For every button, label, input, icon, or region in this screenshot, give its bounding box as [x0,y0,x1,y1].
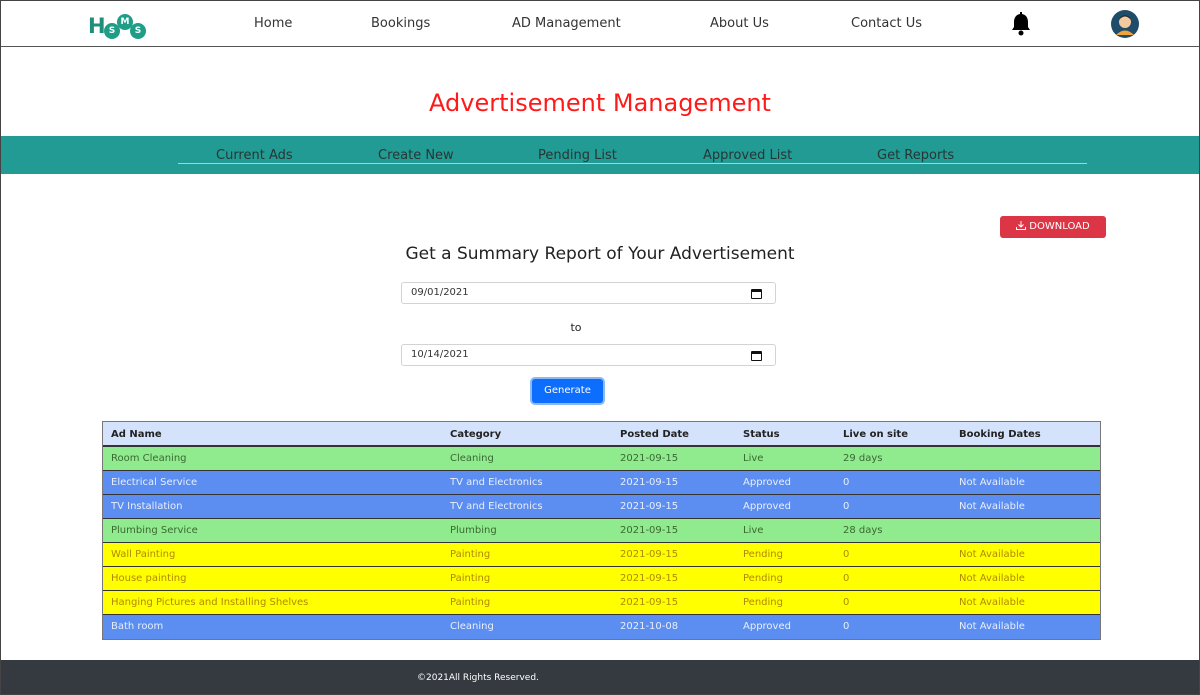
table-cell-name: Bath room [111,621,164,632]
top-navbar: H S M S Home Bookings AD Management Abou… [1,1,1199,47]
table-cell-live: 0 [843,597,850,608]
table-cell-date: 2021-09-15 [620,501,679,512]
calendar-icon[interactable] [751,351,762,361]
table-cell-live: 28 days [843,525,883,536]
table-row: Bath room Cleaning 2021-10-08 Approved 0 Not … [103,615,1100,639]
table-cell-live: 0 [843,477,850,488]
table-cell-category: Cleaning [450,453,494,464]
tab-pending-list[interactable]: Pending List [538,148,617,163]
app-window: H S M S Home Bookings AD Management Abou… [0,0,1200,695]
table-row: Wall Painting Painting 2021-09-15 Pending 0 N… [103,543,1100,567]
table-cell-category: Plumbing [450,525,497,536]
tab-approved-list[interactable]: Approved List [703,148,792,163]
table-cell-status: Pending [743,597,783,608]
table-cell-date: 2021-09-15 [620,573,679,584]
page-title: Advertisement Management [429,89,771,117]
table-row: Hanging Pictures and Installing Shelves P… [103,591,1100,615]
header-live-on-site: Live on site [843,429,908,440]
table-body: Room Cleaning Cleaning 2021-09-15 Live 29 da… [103,447,1100,639]
nav-bookings[interactable]: Bookings [371,16,430,31]
table-cell-status: Approved [743,477,791,488]
logo-letter-h: H [88,14,106,38]
footer: ©2021All Rights Reserved. [1,660,1199,694]
logo-letter-s2: S [130,23,146,39]
footer-copyright: ©2021All Rights Reserved. [417,673,539,683]
table-cell-date: 2021-09-15 [620,525,679,536]
table-cell-live: 0 [843,549,850,560]
nav-home[interactable]: Home [254,16,292,31]
table-cell-name: House painting [111,573,187,584]
table-row: House painting Painting 2021-09-15 Pending 0… [103,567,1100,591]
table-cell-date: 2021-10-08 [620,621,679,632]
calendar-icon[interactable] [751,289,762,299]
table-cell-name: Wall Painting [111,549,176,560]
date-from-value: 09/01/2021 [411,287,469,298]
tab-current-ads[interactable]: Current Ads [216,148,293,163]
table-cell-live: 29 days [843,453,883,464]
table-cell-booking: Not Available [959,597,1025,608]
generate-button[interactable]: Generate [532,379,603,403]
table-cell-name: Electrical Service [111,477,198,488]
table-cell-status: Pending [743,573,783,584]
table-cell-name: TV Installation [111,501,183,512]
nav-about-us[interactable]: About Us [710,16,769,31]
table-cell-category: Cleaning [450,621,494,632]
table-row: Room Cleaning Cleaning 2021-09-15 Live 29 da… [103,447,1100,471]
table-cell-status: Live [743,525,764,536]
table-cell-date: 2021-09-15 [620,549,679,560]
table-cell-category: Painting [450,573,491,584]
report-table: Ad Name Category Posted Date Status Live… [102,421,1101,640]
table-cell-status: Approved [743,621,791,632]
table-cell-booking: Not Available [959,477,1025,488]
nav-contact-us[interactable]: Contact Us [851,16,922,31]
table-row: Plumbing Service Plumbing 2021-09-15 Live 28… [103,519,1100,543]
download-label: DOWNLOAD [1029,221,1090,232]
hsms-logo[interactable]: H S M S [88,11,158,39]
table-cell-category: Painting [450,597,491,608]
table-cell-category: TV and Electronics [450,477,543,488]
header-posted-date: Posted Date [620,429,689,440]
table-cell-date: 2021-09-15 [620,453,679,464]
table-cell-booking: Not Available [959,501,1025,512]
table-cell-name: Plumbing Service [111,525,198,536]
table-cell-status: Approved [743,501,791,512]
table-cell-date: 2021-09-15 [620,477,679,488]
table-row: Electrical Service TV and Electronics 2021… [103,471,1100,495]
table-cell-booking: Not Available [959,573,1025,584]
header-booking-dates: Booking Dates [959,429,1041,440]
avatar-icon[interactable] [1111,10,1139,38]
nav-ad-management[interactable]: AD Management [512,16,621,31]
table-cell-category: TV and Electronics [450,501,543,512]
date-to-input[interactable]: 10/14/2021 [401,344,776,366]
date-from-input[interactable]: 09/01/2021 [401,282,776,304]
table-cell-live: 0 [843,621,850,632]
bell-icon[interactable] [1010,12,1032,36]
table-row: TV Installation TV and Electronics 2021-09… [103,495,1100,519]
table-cell-live: 0 [843,501,850,512]
table-cell-name: Room Cleaning [111,453,187,464]
date-to-value: 10/14/2021 [411,349,469,360]
tabs-divider [178,163,1087,164]
table-cell-booking: Not Available [959,549,1025,560]
table-cell-booking: Not Available [959,621,1025,632]
download-icon [1016,221,1027,230]
header-ad-name: Ad Name [111,429,162,440]
table-cell-status: Pending [743,549,783,560]
summary-title: Get a Summary Report of Your Advertiseme… [405,244,795,264]
table-cell-live: 0 [843,573,850,584]
table-header: Ad Name Category Posted Date Status Live… [103,422,1100,447]
header-category: Category [450,429,502,440]
tab-create-new[interactable]: Create New [378,148,454,163]
table-cell-name: Hanging Pictures and Installing Shelves [111,597,309,608]
download-button[interactable]: DOWNLOAD [1000,216,1106,238]
header-status: Status [743,429,780,440]
to-label: to [570,321,582,334]
table-cell-status: Live [743,453,764,464]
table-cell-date: 2021-09-15 [620,597,679,608]
table-cell-category: Painting [450,549,491,560]
tab-get-reports[interactable]: Get Reports [877,148,954,163]
